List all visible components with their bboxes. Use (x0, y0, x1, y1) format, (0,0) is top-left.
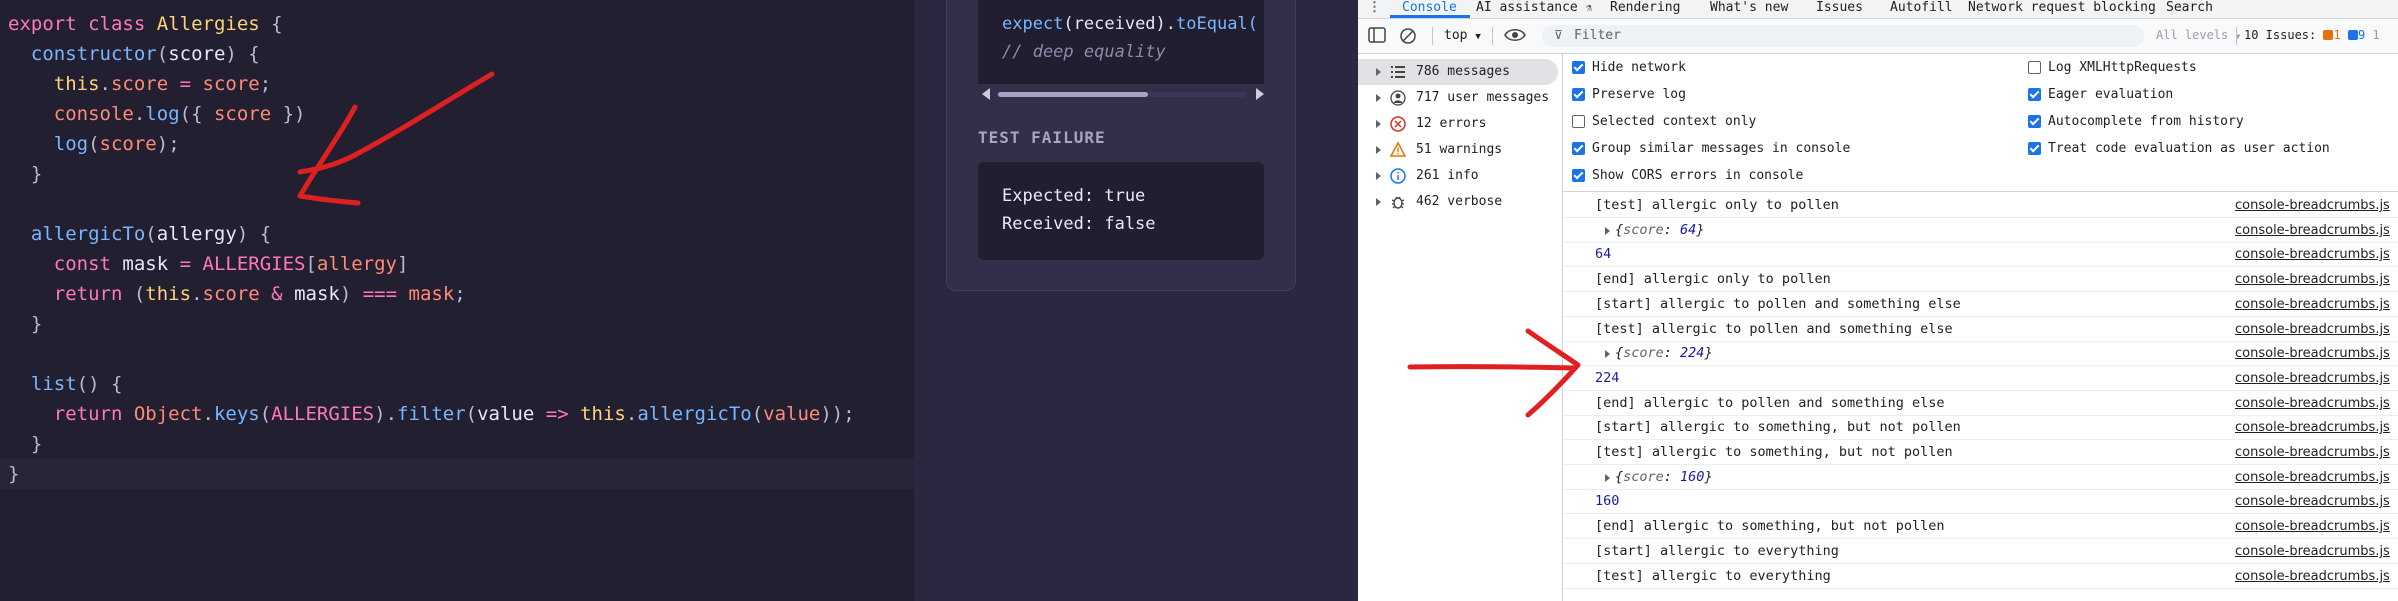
annotation-layer (297, 71, 1581, 418)
annotation-arrow-editor (297, 71, 495, 206)
annotation-arrow-console (1407, 328, 1581, 418)
